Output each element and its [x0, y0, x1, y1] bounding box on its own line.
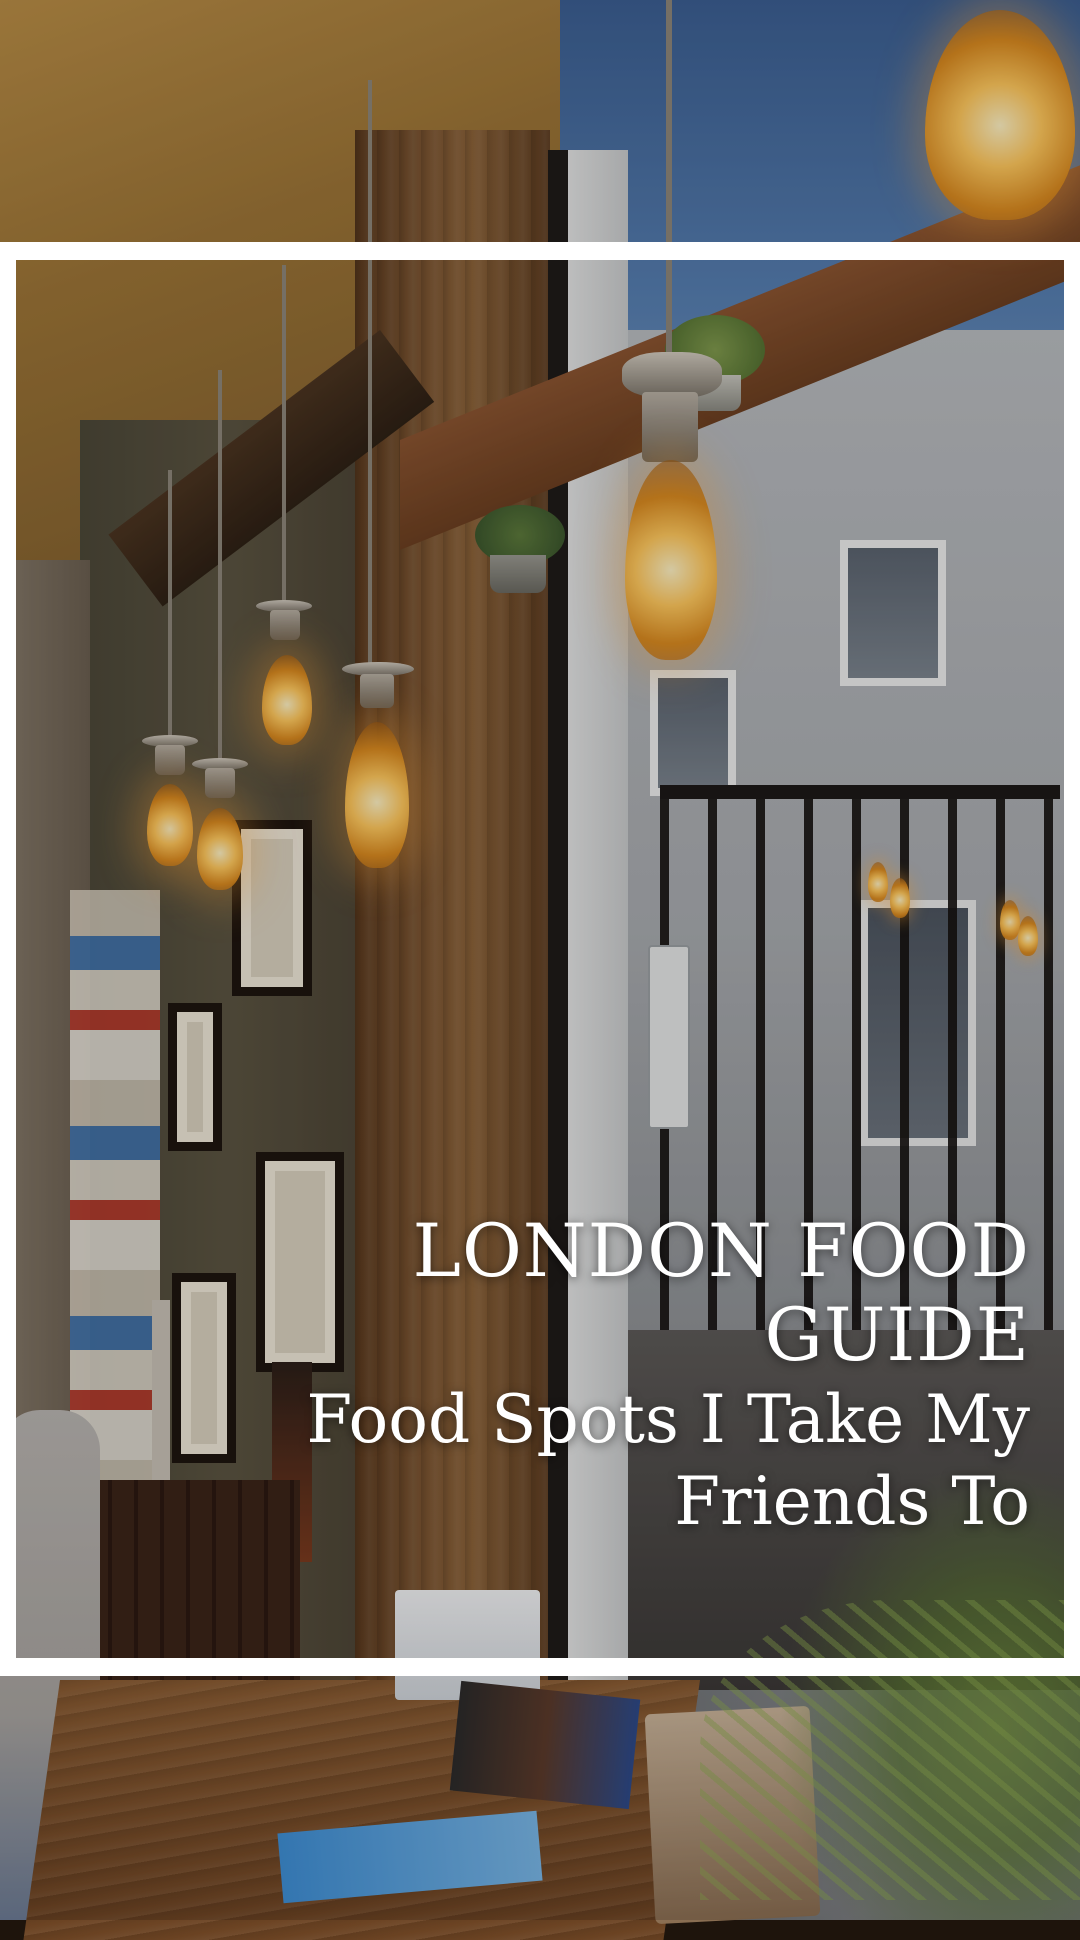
frame-top-line [0, 242, 1080, 260]
guide-subtitle-line-1: Food Spots I Take My [306, 1381, 1030, 1458]
title-block: LONDON FOOD GUIDE Food Spots I Take My F… [190, 1210, 1030, 1542]
guide-title: LONDON FOOD GUIDE [412, 1209, 1030, 1378]
shade-overlay [0, 0, 1080, 1920]
frame-right-line [1064, 242, 1080, 1676]
guide-subtitle-line-2: Friends To [674, 1463, 1030, 1540]
frame-left-line [0, 242, 16, 1676]
frame-bottom-line [0, 1658, 1080, 1676]
